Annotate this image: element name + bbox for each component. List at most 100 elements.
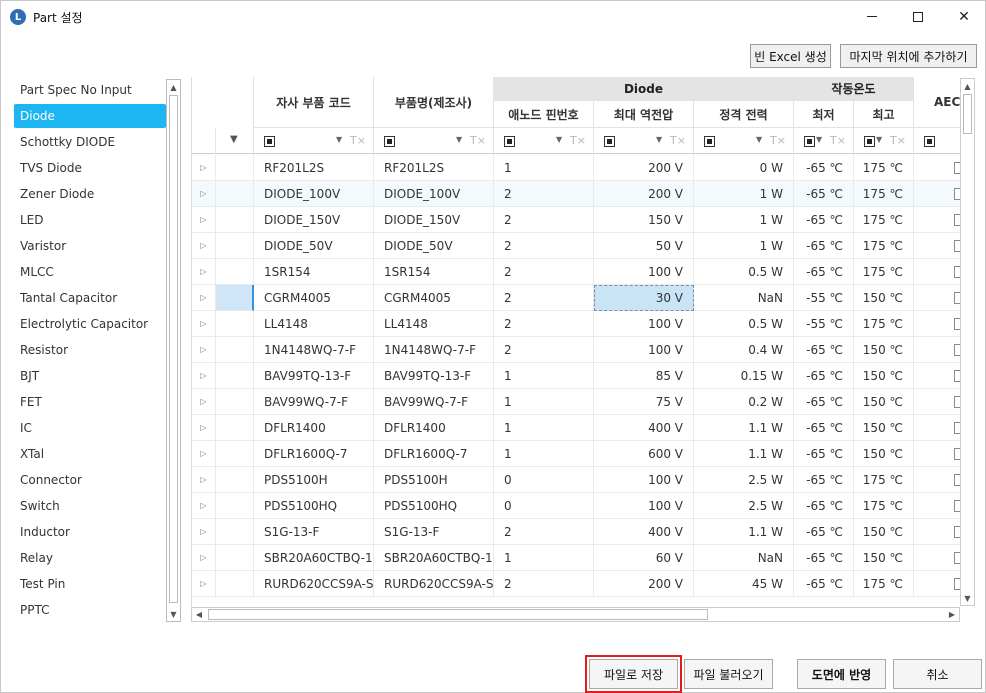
cell-reverse-voltage[interactable]: 30 V (594, 285, 694, 311)
scroll-down-icon[interactable]: ▼ (167, 607, 180, 621)
cell-max-temp[interactable]: 150 ℃ (854, 519, 914, 545)
expand-row-icon[interactable]: ▷ (192, 493, 216, 519)
cell-power[interactable]: 1.1 W (694, 441, 794, 467)
cell-power[interactable]: 0.5 W (694, 259, 794, 285)
dropdown-icon[interactable]: ▼ (876, 135, 882, 144)
cell-min-temp[interactable]: -65 ℃ (794, 207, 854, 233)
cell-code[interactable]: BAV99WQ-7-F (254, 389, 374, 415)
dropdown-icon[interactable]: ▼ (756, 135, 762, 144)
row-header[interactable] (216, 233, 254, 259)
cancel-button[interactable]: 취소 (893, 659, 982, 689)
table-row[interactable]: ▷ DIODE_50V DIODE_50V 2 50 V1 W -65 ℃ 175 ℃ (192, 233, 961, 259)
cell-anode[interactable]: 1 (494, 545, 594, 571)
category-item[interactable]: Tantal Capacitor (14, 286, 166, 310)
expand-row-icon[interactable]: ▷ (192, 311, 216, 337)
cell-power[interactable]: NaN (694, 285, 794, 311)
filter-cell-min-temp[interactable]: ▼ T× (794, 128, 854, 154)
category-item[interactable]: PPTC (14, 598, 166, 622)
category-item[interactable]: Test Pin (14, 572, 166, 596)
row-header[interactable] (216, 415, 254, 441)
cell-min-temp[interactable]: -65 ℃ (794, 389, 854, 415)
cell-code[interactable]: LL4148 (254, 311, 374, 337)
cell-min-temp[interactable]: -65 ℃ (794, 155, 854, 181)
expand-row-icon[interactable]: ▷ (192, 285, 216, 311)
row-header[interactable] (216, 207, 254, 233)
filter-icon[interactable]: ▼ (230, 134, 238, 145)
cell-name[interactable]: CGRM4005 (374, 285, 494, 311)
filter-checkbox-icon[interactable] (804, 136, 815, 147)
scroll-thumb[interactable] (963, 94, 972, 134)
expand-row-icon[interactable]: ▷ (192, 337, 216, 363)
category-item[interactable]: Varistor (14, 234, 166, 258)
cell-anode[interactable]: 0 (494, 467, 594, 493)
expand-row-icon[interactable]: ▷ (192, 181, 216, 207)
filter-cell-code[interactable]: ▼ T× (254, 128, 374, 154)
cell-min-temp[interactable]: -65 ℃ (794, 545, 854, 571)
add-to-last-position-button[interactable]: 마지막 위치에 추가하기 (840, 44, 977, 68)
cell-power[interactable]: 2.5 W (694, 493, 794, 519)
cell-name[interactable]: DFLR1600Q-7 (374, 441, 494, 467)
cell-aec[interactable] (914, 207, 961, 233)
category-item[interactable]: Resistor (14, 338, 166, 362)
cell-anode[interactable]: 2 (494, 181, 594, 207)
cell-min-temp[interactable]: -65 ℃ (794, 363, 854, 389)
cell-aec[interactable] (914, 181, 961, 207)
cell-min-temp[interactable]: -65 ℃ (794, 467, 854, 493)
filter-cell-reverse-voltage[interactable]: ▼ T× (594, 128, 694, 154)
cell-min-temp[interactable]: -65 ℃ (794, 259, 854, 285)
category-item[interactable]: BJT (14, 364, 166, 388)
cell-min-temp[interactable]: -65 ℃ (794, 519, 854, 545)
cell-min-temp[interactable]: -65 ℃ (794, 337, 854, 363)
cell-code[interactable]: 1N4148WQ-7-F (254, 337, 374, 363)
category-item[interactable]: Inductor (14, 520, 166, 544)
dropdown-icon[interactable]: ▼ (656, 135, 662, 144)
cell-reverse-voltage[interactable]: 75 V (594, 389, 694, 415)
create-excel-button[interactable]: 빈 Excel 생성 (750, 44, 831, 68)
cell-reverse-voltage[interactable]: 60 V (594, 545, 694, 571)
category-item[interactable]: Relay (14, 546, 166, 570)
cell-max-temp[interactable]: 175 ℃ (854, 311, 914, 337)
cell-code[interactable]: SBR20A60CTBQ-13 (254, 545, 374, 571)
cell-aec[interactable] (914, 441, 961, 467)
table-row[interactable]: ▷ DFLR1600Q-7 DFLR1600Q-7 1 600 V 1.1 W -65 ℃ 1… (192, 441, 961, 467)
table-row[interactable]: ▷ DIODE_150V DIODE_150V 2 150 V1 W -65 ℃ 175 ℃ (192, 207, 961, 233)
cell-name[interactable]: 1SR154 (374, 259, 494, 285)
cell-min-temp[interactable]: -55 ℃ (794, 285, 854, 311)
clear-filter-icon[interactable]: T× (470, 134, 486, 147)
cell-name[interactable]: BAV99TQ-13-F (374, 363, 494, 389)
cell-anode[interactable]: 2 (494, 337, 594, 363)
cell-name[interactable]: PDS5100HQ (374, 493, 494, 519)
cell-min-temp[interactable]: -65 ℃ (794, 441, 854, 467)
cell-code[interactable]: DFLR1600Q-7 (254, 441, 374, 467)
cell-power[interactable]: 1 W (694, 181, 794, 207)
cell-name[interactable]: SBR20A60CTBQ-13 (374, 545, 494, 571)
cell-power[interactable]: 0.5 W (694, 311, 794, 337)
expand-row-icon[interactable]: ▷ (192, 519, 216, 545)
cell-anode[interactable]: 2 (494, 311, 594, 337)
cell-reverse-voltage[interactable]: 200 V (594, 181, 694, 207)
scroll-thumb[interactable] (169, 95, 178, 603)
cell-code[interactable]: PDS5100H (254, 467, 374, 493)
clear-filter-icon[interactable]: T× (890, 134, 906, 147)
column-header-max-temp[interactable]: 최고 (854, 101, 914, 128)
cell-reverse-voltage[interactable]: 150 V (594, 207, 694, 233)
table-row[interactable]: ▷ DIODE_100V DIODE_100V 2 200 V1 W -65 ℃ 175 ℃ (192, 181, 961, 207)
filter-cell-aec[interactable] (914, 128, 961, 154)
scroll-up-icon[interactable]: ▲ (961, 79, 974, 93)
cell-aec[interactable] (914, 285, 961, 311)
cell-max-temp[interactable]: 150 ℃ (854, 363, 914, 389)
cell-anode[interactable]: 2 (494, 233, 594, 259)
cell-anode[interactable]: 1 (494, 363, 594, 389)
category-item[interactable]: IC (14, 416, 166, 440)
cell-min-temp[interactable]: -65 ℃ (794, 181, 854, 207)
cell-reverse-voltage[interactable]: 200 V (594, 155, 694, 181)
filter-checkbox-icon[interactable] (604, 136, 615, 147)
cell-anode[interactable]: 2 (494, 519, 594, 545)
cell-code[interactable]: 1SR154 (254, 259, 374, 285)
scroll-right-icon[interactable]: ▶ (945, 608, 959, 621)
dropdown-icon[interactable]: ▼ (336, 135, 342, 144)
row-header[interactable] (216, 285, 254, 311)
cell-max-temp[interactable]: 150 ℃ (854, 389, 914, 415)
dropdown-icon[interactable]: ▼ (556, 135, 562, 144)
cell-reverse-voltage[interactable]: 50 V (594, 233, 694, 259)
